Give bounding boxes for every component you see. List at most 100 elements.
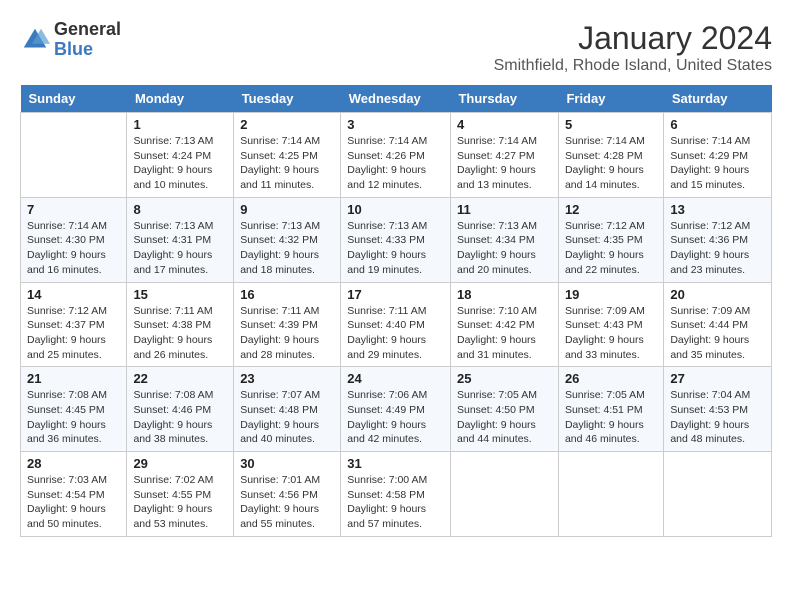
calendar-cell: 9Sunrise: 7:13 AMSunset: 4:32 PMDaylight… <box>234 197 341 282</box>
day-number: 29 <box>133 456 227 471</box>
calendar-cell: 22 Sunrise: 7:08 AMSunset: 4:46 PMDayligh… <box>127 367 234 452</box>
calendar-cell: 24 Sunrise: 7:06 AMSunset: 4:49 PMDayligh… <box>341 367 451 452</box>
calendar-cell: 12 Sunrise: 7:12 AMSunset: 4:35 PMDayligh… <box>558 197 663 282</box>
day-number: 31 <box>347 456 444 471</box>
day-info: Sunrise: 7:07 AMSunset: 4:48 PMDaylight:… <box>240 388 334 447</box>
day-info: Sunrise: 7:14 AMSunset: 4:25 PMDaylight:… <box>240 134 334 193</box>
day-info: Sunrise: 7:14 AMSunset: 4:30 PMDaylight:… <box>27 219 120 278</box>
day-info: Sunrise: 7:12 AMSunset: 4:35 PMDaylight:… <box>565 219 657 278</box>
day-info: Sunrise: 7:12 AMSunset: 4:37 PMDaylight:… <box>27 304 120 363</box>
day-info: Sunrise: 7:09 AMSunset: 4:44 PMDaylight:… <box>670 304 765 363</box>
calendar-cell: 31 Sunrise: 7:00 AMSunset: 4:58 PMDayligh… <box>341 452 451 537</box>
calendar-cell <box>664 452 772 537</box>
day-number: 5 <box>565 117 657 132</box>
week-row-5: 28 Sunrise: 7:03 AMSunset: 4:54 PMDayligh… <box>21 452 772 537</box>
day-number: 2 <box>240 117 334 132</box>
day-info: Sunrise: 7:13 AMSunset: 4:31 PMDaylight:… <box>133 219 227 278</box>
day-number: 16 <box>240 287 334 302</box>
calendar-cell: 6Sunrise: 7:14 AMSunset: 4:29 PMDaylight… <box>664 113 772 198</box>
day-number: 15 <box>133 287 227 302</box>
day-info: Sunrise: 7:08 AMSunset: 4:46 PMDaylight:… <box>133 388 227 447</box>
calendar-cell: 7Sunrise: 7:14 AMSunset: 4:30 PMDaylight… <box>21 197 127 282</box>
day-info: Sunrise: 7:13 AMSunset: 4:34 PMDaylight:… <box>457 219 552 278</box>
calendar-cell: 18 Sunrise: 7:10 AMSunset: 4:42 PMDayligh… <box>450 282 558 367</box>
calendar-cell: 28 Sunrise: 7:03 AMSunset: 4:54 PMDayligh… <box>21 452 127 537</box>
day-number: 11 <box>457 202 552 217</box>
calendar-cell: 19 Sunrise: 7:09 AMSunset: 4:43 PMDayligh… <box>558 282 663 367</box>
calendar-cell: 8 Sunrise: 7:13 AMSunset: 4:31 PMDaylight… <box>127 197 234 282</box>
calendar-cell: 11 Sunrise: 7:13 AMSunset: 4:34 PMDayligh… <box>450 197 558 282</box>
week-row-1: 1Sunrise: 7:13 AMSunset: 4:24 PMDaylight… <box>21 113 772 198</box>
day-number: 8 <box>133 202 227 217</box>
day-info: Sunrise: 7:13 AMSunset: 4:24 PMDaylight:… <box>133 134 227 193</box>
day-info: Sunrise: 7:11 AMSunset: 4:39 PMDaylight:… <box>240 304 334 363</box>
calendar-cell: 26Sunrise: 7:05 AMSunset: 4:51 PMDayligh… <box>558 367 663 452</box>
day-number: 21 <box>27 371 120 386</box>
header-thursday: Thursday <box>450 85 558 113</box>
subtitle: Smithfield, Rhode Island, United States <box>494 57 772 75</box>
day-number: 3 <box>347 117 444 132</box>
calendar-cell: 1Sunrise: 7:13 AMSunset: 4:24 PMDaylight… <box>127 113 234 198</box>
header-monday: Monday <box>127 85 234 113</box>
day-number: 17 <box>347 287 444 302</box>
logo-icon <box>20 25 50 55</box>
day-info: Sunrise: 7:11 AMSunset: 4:38 PMDaylight:… <box>133 304 227 363</box>
calendar-cell: 30Sunrise: 7:01 AMSunset: 4:56 PMDayligh… <box>234 452 341 537</box>
calendar-cell: 10 Sunrise: 7:13 AMSunset: 4:33 PMDayligh… <box>341 197 451 282</box>
day-info: Sunrise: 7:02 AMSunset: 4:55 PMDaylight:… <box>133 473 227 532</box>
day-number: 12 <box>565 202 657 217</box>
header-tuesday: Tuesday <box>234 85 341 113</box>
week-row-4: 21 Sunrise: 7:08 AMSunset: 4:45 PMDayligh… <box>21 367 772 452</box>
header-sunday: Sunday <box>21 85 127 113</box>
day-number: 14 <box>27 287 120 302</box>
calendar-cell <box>558 452 663 537</box>
day-number: 22 <box>133 371 227 386</box>
day-number: 10 <box>347 202 444 217</box>
day-number: 28 <box>27 456 120 471</box>
day-info: Sunrise: 7:05 AMSunset: 4:50 PMDaylight:… <box>457 388 552 447</box>
calendar-cell: 4 Sunrise: 7:14 AMSunset: 4:27 PMDaylight… <box>450 113 558 198</box>
day-number: 19 <box>565 287 657 302</box>
calendar-cell: 29 Sunrise: 7:02 AMSunset: 4:55 PMDayligh… <box>127 452 234 537</box>
page-header: General Blue January 2024 Smithfield, Rh… <box>20 20 772 75</box>
calendar-cell: 27Sunrise: 7:04 AMSunset: 4:53 PMDayligh… <box>664 367 772 452</box>
week-row-3: 14 Sunrise: 7:12 AMSunset: 4:37 PMDayligh… <box>21 282 772 367</box>
calendar-cell: 3 Sunrise: 7:14 AMSunset: 4:26 PMDaylight… <box>341 113 451 198</box>
day-info: Sunrise: 7:14 AMSunset: 4:27 PMDaylight:… <box>457 134 552 193</box>
day-info: Sunrise: 7:13 AMSunset: 4:33 PMDaylight:… <box>347 219 444 278</box>
day-info: Sunrise: 7:09 AMSunset: 4:43 PMDaylight:… <box>565 304 657 363</box>
day-info: Sunrise: 7:03 AMSunset: 4:54 PMDaylight:… <box>27 473 120 532</box>
day-number: 18 <box>457 287 552 302</box>
day-number: 20 <box>670 287 765 302</box>
calendar-cell <box>450 452 558 537</box>
logo-text: General Blue <box>54 20 121 60</box>
day-info: Sunrise: 7:14 AMSunset: 4:26 PMDaylight:… <box>347 134 444 193</box>
day-info: Sunrise: 7:12 AMSunset: 4:36 PMDaylight:… <box>670 219 765 278</box>
day-info: Sunrise: 7:06 AMSunset: 4:49 PMDaylight:… <box>347 388 444 447</box>
day-number: 13 <box>670 202 765 217</box>
day-info: Sunrise: 7:10 AMSunset: 4:42 PMDaylight:… <box>457 304 552 363</box>
day-info: Sunrise: 7:14 AMSunset: 4:29 PMDaylight:… <box>670 134 765 193</box>
day-number: 9 <box>240 202 334 217</box>
day-number: 23 <box>240 371 334 386</box>
calendar-cell: 23 Sunrise: 7:07 AMSunset: 4:48 PMDayligh… <box>234 367 341 452</box>
calendar-cell: 5 Sunrise: 7:14 AMSunset: 4:28 PMDaylight… <box>558 113 663 198</box>
calendar-cell <box>21 113 127 198</box>
header-wednesday: Wednesday <box>341 85 451 113</box>
day-info: Sunrise: 7:08 AMSunset: 4:45 PMDaylight:… <box>27 388 120 447</box>
calendar-cell: 17Sunrise: 7:11 AMSunset: 4:40 PMDayligh… <box>341 282 451 367</box>
day-number: 4 <box>457 117 552 132</box>
calendar-cell: 15 Sunrise: 7:11 AMSunset: 4:38 PMDayligh… <box>127 282 234 367</box>
month-title: January 2024 <box>494 20 772 57</box>
day-number: 24 <box>347 371 444 386</box>
calendar-header-row: SundayMondayTuesdayWednesdayThursdayFrid… <box>21 85 772 113</box>
logo: General Blue <box>20 20 121 60</box>
calendar-cell: 21 Sunrise: 7:08 AMSunset: 4:45 PMDayligh… <box>21 367 127 452</box>
day-number: 25 <box>457 371 552 386</box>
header-saturday: Saturday <box>664 85 772 113</box>
header-friday: Friday <box>558 85 663 113</box>
calendar-cell: 14 Sunrise: 7:12 AMSunset: 4:37 PMDayligh… <box>21 282 127 367</box>
day-info: Sunrise: 7:14 AMSunset: 4:28 PMDaylight:… <box>565 134 657 193</box>
day-info: Sunrise: 7:01 AMSunset: 4:56 PMDaylight:… <box>240 473 334 532</box>
day-info: Sunrise: 7:00 AMSunset: 4:58 PMDaylight:… <box>347 473 444 532</box>
